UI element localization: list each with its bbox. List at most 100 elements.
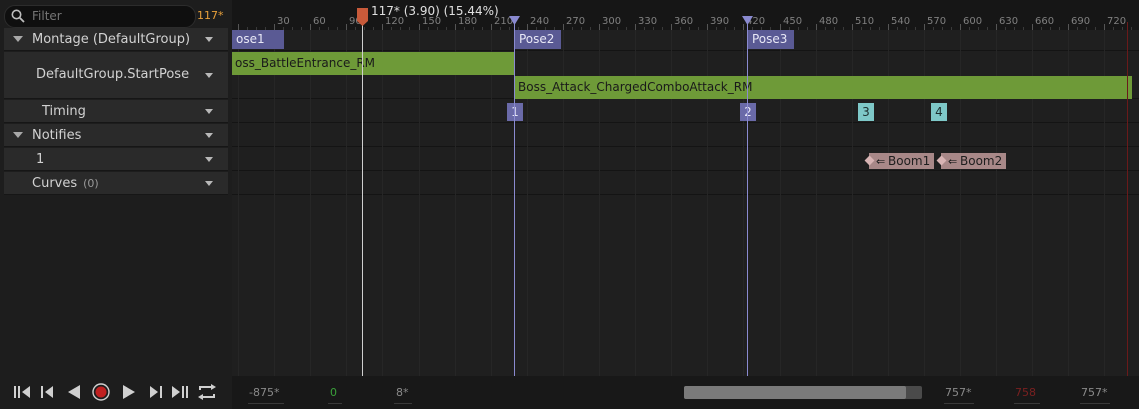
timing-marker-4[interactable]: 4 — [931, 103, 947, 121]
ruler-tick-label: 600 — [963, 16, 983, 27]
chevron-down-icon[interactable] — [205, 37, 213, 42]
grid-line — [382, 30, 383, 376]
view-start-field[interactable]: -875* — [248, 382, 284, 404]
filter-box[interactable] — [4, 5, 196, 28]
play-button[interactable] — [117, 376, 141, 409]
chevron-down-icon[interactable] — [205, 109, 213, 114]
ruler-tick-label: 690 — [1071, 16, 1091, 27]
timing-marker-1[interactable]: 1 — [507, 103, 523, 121]
notify-boom2[interactable]: ⇐ Boom2 — [936, 153, 1007, 169]
collapse-arrow-icon[interactable] — [13, 132, 23, 138]
record-button[interactable] — [89, 376, 113, 409]
to-start-button[interactable] — [10, 376, 34, 409]
ruler-tick-label: 510 — [855, 16, 875, 27]
ruler-tick-label: 270 — [566, 16, 586, 27]
grid-line — [346, 30, 347, 376]
range-end-field[interactable]: 758 — [1014, 382, 1040, 404]
play-reverse-button[interactable] — [62, 376, 86, 409]
time-ruler[interactable]: 30 60 90 120 150 180 210 240 270 300 330 360 390 420 4… — [232, 0, 1139, 30]
timeline-scrollbar[interactable] — [684, 386, 922, 399]
track-montage[interactable]: Montage (DefaultGroup) — [4, 28, 228, 51]
grid-line — [491, 30, 492, 376]
scrollbar-thumb[interactable] — [684, 386, 906, 399]
timeline-area[interactable]: 30 60 90 120 150 180 210 240 270 300 330 360 390 420 4… — [232, 0, 1139, 409]
step-back-icon — [41, 386, 53, 398]
segment-battle-entrance[interactable]: oss_BattleEntrance_RM — [232, 52, 515, 75]
track-slot[interactable]: DefaultGroup.StartPose — [4, 52, 228, 99]
track-notifies[interactable]: Notifies — [4, 124, 228, 147]
view-end-field[interactable]: 757* — [1080, 382, 1110, 404]
notify-boom1[interactable]: ⇐ Boom1 — [864, 153, 935, 169]
playhead-line — [362, 18, 363, 376]
work-end-field[interactable]: 757* — [944, 382, 974, 404]
grid-line — [419, 30, 420, 376]
to-start-icon — [14, 386, 30, 398]
search-icon — [11, 9, 25, 23]
track-label-montage: Montage (DefaultGroup) — [32, 32, 191, 47]
playhead-icon[interactable] — [357, 8, 368, 26]
ruler-tick-label: 570 — [927, 16, 947, 27]
section-pose2-marker-icon[interactable] — [509, 16, 520, 25]
to-end-button[interactable] — [168, 376, 192, 409]
ruler-tick-label: 60 — [313, 16, 326, 27]
section-line-pose3 — [747, 22, 748, 376]
section-pose3[interactable]: Pose3 — [748, 30, 794, 49]
track-label-notifies: Notifies — [32, 128, 82, 143]
chevron-down-icon[interactable] — [205, 181, 213, 186]
grid-line — [238, 30, 239, 376]
notify-arrow-icon: ⇐ — [948, 155, 958, 168]
timing-marker-2[interactable]: 2 — [740, 103, 756, 121]
track-curves[interactable]: Curves (0) — [4, 172, 228, 195]
transport-controls — [0, 376, 232, 409]
track-timing[interactable]: Timing — [4, 100, 228, 123]
ruler-tick-label: 720 — [1107, 16, 1127, 27]
section-pose1[interactable]: ose1 → — [232, 30, 284, 65]
section-pose2[interactable]: Pose2 — [515, 30, 561, 49]
collapse-arrow-icon[interactable] — [13, 36, 23, 42]
ruler-tick-label: 540 — [891, 16, 911, 27]
ruler-tick-label: 360 — [674, 16, 694, 27]
end-range-line — [1127, 22, 1128, 376]
ruler-tick-label: 480 — [819, 16, 839, 27]
track-label-notify-1: 1 — [36, 152, 45, 167]
track-label-timing: Timing — [42, 104, 86, 119]
track-divider — [232, 146, 1139, 147]
curves-count: (0) — [83, 177, 99, 190]
chevron-down-icon[interactable] — [205, 157, 213, 162]
grid-line — [274, 30, 275, 376]
chevron-down-icon[interactable] — [205, 73, 213, 78]
step-forward-icon — [150, 386, 162, 398]
record-icon — [92, 383, 110, 401]
ruler-tick-label: 240 — [530, 16, 550, 27]
current-frame-field[interactable]: 8* — [394, 382, 412, 404]
to-end-icon — [172, 386, 188, 398]
loop-button[interactable] — [194, 376, 218, 409]
ruler-tick-label: 450 — [783, 16, 803, 27]
ruler-tick-label: 30 — [277, 16, 290, 27]
track-divider — [232, 170, 1139, 171]
chevron-down-icon[interactable] — [205, 133, 213, 138]
step-back-button[interactable] — [36, 376, 60, 409]
play-icon — [123, 385, 135, 399]
play-reverse-icon — [68, 385, 80, 399]
ruler-tick-label: 660 — [1035, 16, 1055, 27]
track-divider — [232, 122, 1139, 123]
track-panel: 117* Montage (DefaultGroup) DefaultGroup… — [0, 0, 232, 409]
step-forward-button[interactable] — [143, 376, 167, 409]
range-bar: -875* 0 8* 757* 758 757* — [232, 376, 1139, 409]
search-input[interactable] — [32, 8, 182, 24]
track-divider — [232, 194, 1139, 195]
ruler-tick-label: 330 — [638, 16, 658, 27]
section-line-pose2 — [514, 22, 515, 376]
track-label-slot: DefaultGroup.StartPose — [36, 67, 190, 82]
segment-charged-combo[interactable]: Boss_Attack_ChargedComboAttack_RM — [515, 76, 1132, 99]
track-notify-1[interactable]: 1 — [4, 148, 228, 171]
current-frame-badge: 117* — [197, 9, 224, 22]
playhead-readout: 117* (3.90) (15.44%) — [371, 4, 499, 18]
section-pose3-marker-icon[interactable] — [742, 16, 753, 25]
loop-icon — [198, 384, 216, 400]
work-start-field[interactable]: 0 — [328, 382, 342, 404]
ruler-tick-label: 390 — [710, 16, 730, 27]
notify-arrow-icon: ⇐ — [876, 155, 886, 168]
timing-marker-3[interactable]: 3 — [858, 103, 874, 121]
